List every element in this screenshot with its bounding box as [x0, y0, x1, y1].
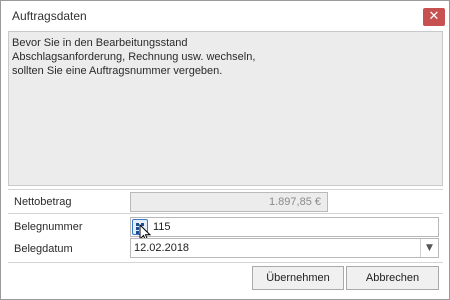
info-message: Bevor Sie in den Bearbeitungsstand Absch… [12, 36, 255, 78]
belegnummer-field[interactable]: 115 [130, 217, 439, 243]
info-line: sollten Sie eine Auftragsnummer vergeben… [12, 65, 223, 77]
divider [8, 213, 443, 214]
divider [8, 189, 443, 190]
cancel-button[interactable]: Abbrechen [346, 266, 439, 290]
dialog-window: Auftragsdaten ✕ Bevor Sie in den Bearbei… [0, 0, 450, 300]
nettobetrag-field: 1.897,85 € [130, 192, 328, 212]
info-line: Bevor Sie in den Bearbeitungsstand [12, 37, 188, 49]
close-icon: ✕ [428, 9, 440, 24]
nettobetrag-label: Nettobetrag [14, 196, 72, 208]
chevron-down-icon[interactable]: ▼ [420, 239, 438, 257]
divider [8, 262, 443, 263]
belegdatum-value: 12.02.2018 [134, 242, 190, 254]
belegdatum-label: Belegdatum [14, 243, 73, 255]
title-bar[interactable]: Auftragsdaten ✕ [1, 1, 449, 31]
nettobetrag-value: 1.897,85 € [269, 196, 321, 208]
apply-button[interactable]: Übernehmen [252, 266, 344, 290]
belegdatum-datepicker[interactable]: 12.02.2018 ▼ [130, 238, 439, 258]
close-button[interactable]: ✕ [423, 8, 445, 26]
belegnummer-value: 115 [153, 221, 171, 233]
belegnummer-label: Belegnummer [14, 221, 83, 233]
window-title: Auftragsdaten [12, 9, 87, 23]
info-line: Abschlagsanforderung, Rechnung usw. wech… [12, 51, 256, 63]
cancel-button-label: Abbrechen [365, 272, 420, 284]
info-message-panel: Bevor Sie in den Bearbeitungsstand Absch… [8, 31, 443, 186]
apply-button-label: Übernehmen [266, 272, 330, 284]
